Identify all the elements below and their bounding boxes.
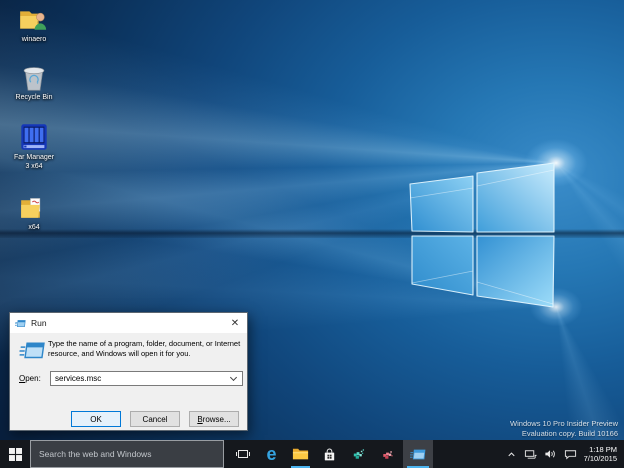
open-label: Open:: [19, 374, 41, 383]
task-view-icon: [235, 447, 251, 461]
watermark-line2: Evaluation copy. Build 10166: [510, 429, 618, 439]
store-icon: [322, 447, 337, 462]
file-explorer-icon: [292, 447, 309, 461]
run-icon-large: [19, 340, 45, 362]
action-center-icon[interactable]: [564, 448, 577, 460]
desktop-icon-recycle-bin[interactable]: Recycle Bin: [5, 62, 63, 103]
run-dialog: Run ✕ Type the name of a program, folder…: [9, 312, 248, 431]
pixel-app-red-icon: [380, 447, 395, 462]
cancel-button[interactable]: Cancel: [130, 411, 180, 427]
file-explorer-button[interactable]: [287, 440, 314, 468]
run-dialog-buttons: OK Cancel Browse...: [71, 411, 239, 427]
desktop-icon-winaero[interactable]: winaero: [5, 6, 63, 45]
store-button[interactable]: [316, 440, 343, 468]
app-button-green[interactable]: [345, 440, 372, 468]
start-button[interactable]: [0, 440, 30, 468]
chevron-down-icon[interactable]: [230, 374, 237, 381]
run-dialog-titlebar[interactable]: Run ✕: [10, 313, 247, 333]
user-folder-icon: [19, 6, 49, 34]
run-dialog-title: Run: [31, 318, 47, 328]
chevron-up-icon[interactable]: [506, 449, 517, 460]
windows-logo: [405, 158, 557, 310]
run-window-icon: [410, 448, 426, 461]
browse-button[interactable]: Browse...: [189, 411, 239, 427]
screen: winaero Recycle Bin Far: [0, 0, 624, 468]
taskbar-search-box[interactable]: Search the web and Windows: [30, 440, 224, 468]
network-icon[interactable]: [524, 448, 537, 460]
search-placeholder: Search the web and Windows: [39, 449, 151, 459]
clock-date: 7/10/2015: [584, 454, 617, 463]
ok-button[interactable]: OK: [71, 411, 121, 427]
far-manager-icon: [19, 122, 49, 152]
pixel-app-green-icon: [351, 447, 366, 462]
edge-browser-button[interactable]: e: [258, 440, 285, 468]
run-icon: [15, 319, 26, 328]
desktop-icon-x64[interactable]: x64: [5, 196, 63, 233]
task-view-button[interactable]: [229, 440, 256, 468]
taskbar-clock[interactable]: 1:18 PM 7/10/2015: [584, 445, 617, 463]
desktop-icon-label: Recycle Bin: [5, 94, 63, 103]
open-combobox-value[interactable]: services.msc: [51, 374, 231, 383]
run-taskbar-button[interactable]: [403, 440, 433, 468]
watermark-line1: Windows 10 Pro Insider Preview: [510, 419, 618, 429]
watermark: Windows 10 Pro Insider Preview Evaluatio…: [510, 419, 618, 438]
desktop-icon-label: Far Manager 3 x64: [5, 154, 63, 171]
edge-icon: e: [266, 445, 276, 463]
run-dialog-body: Type the name of a program, folder, docu…: [10, 333, 247, 431]
close-icon[interactable]: ✕: [228, 318, 242, 329]
desktop-icon-label: winaero: [5, 36, 63, 45]
app-button-red[interactable]: [374, 440, 401, 468]
folder-icon: [20, 196, 48, 222]
desktop-icon-far-manager[interactable]: Far Manager 3 x64: [5, 122, 63, 171]
system-tray: 1:18 PM 7/10/2015: [506, 440, 624, 468]
volume-icon[interactable]: [544, 448, 557, 460]
taskbar: Search the web and Windows e: [0, 440, 624, 468]
desktop-icon-label: x64: [5, 224, 63, 233]
clock-time: 1:18 PM: [584, 445, 617, 454]
open-combobox[interactable]: services.msc: [50, 371, 243, 386]
recycle-bin-icon: [20, 62, 48, 92]
windows-flag-icon: [9, 448, 22, 461]
run-dialog-description: Type the name of a program, folder, docu…: [48, 339, 243, 358]
